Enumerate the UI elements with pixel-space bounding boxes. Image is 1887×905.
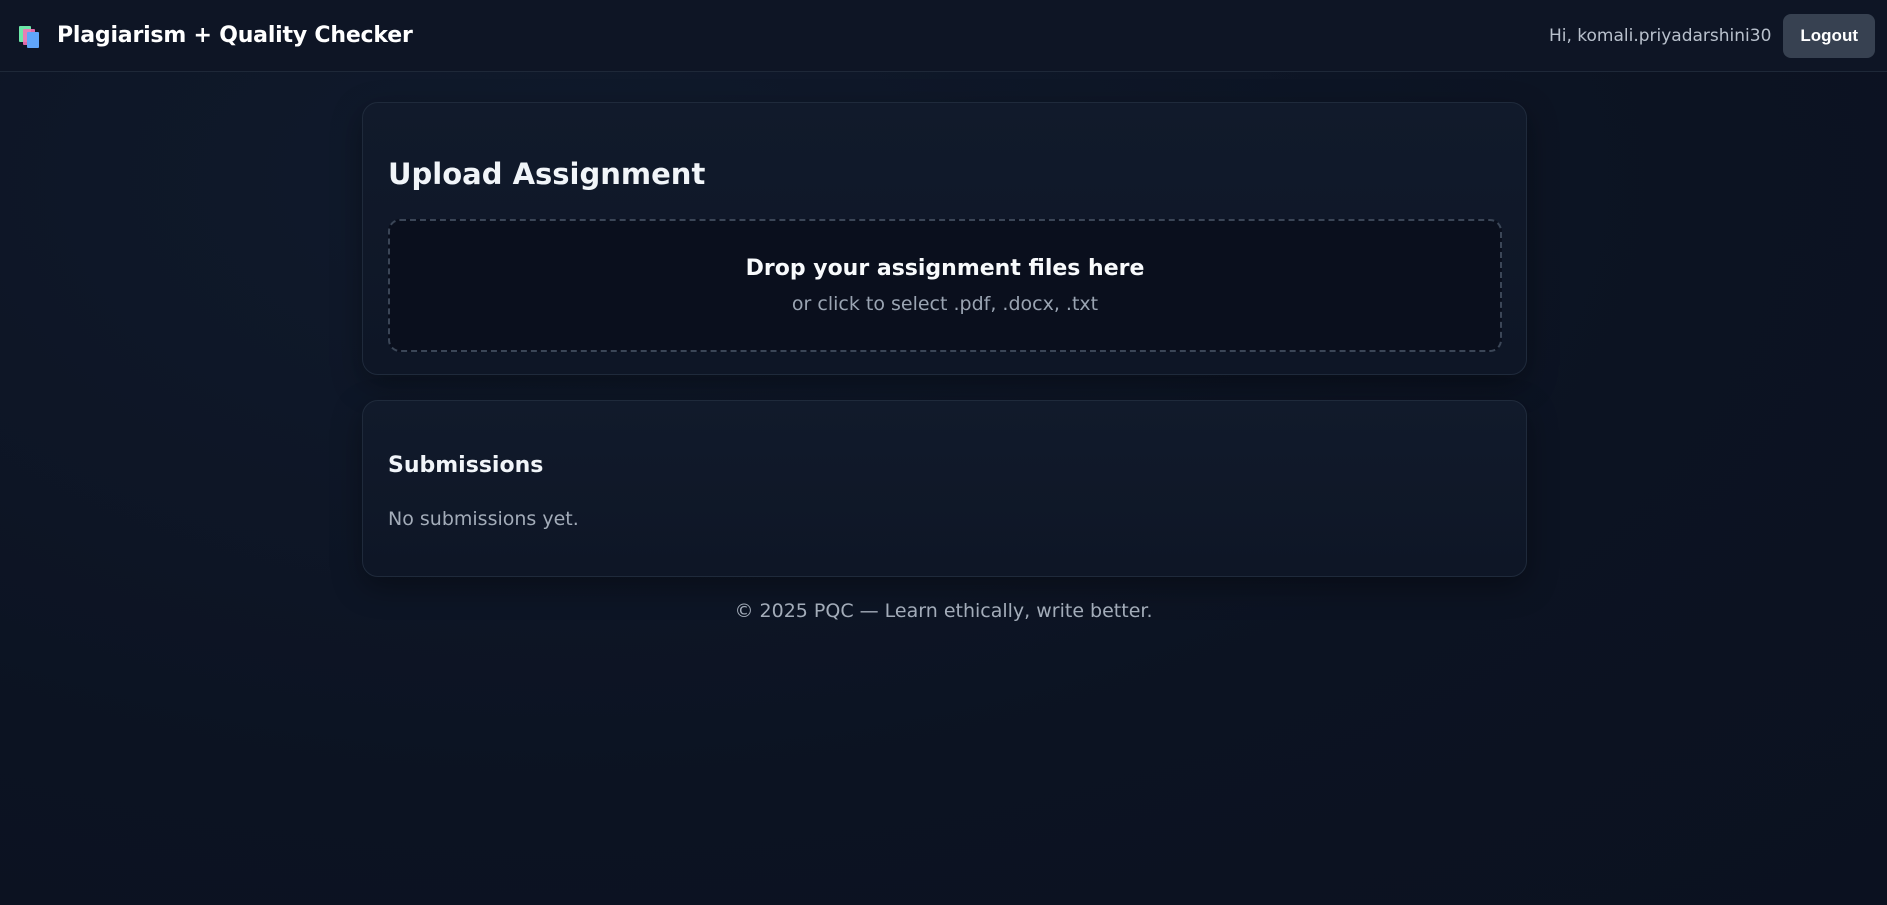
- submissions-title: Submissions: [388, 453, 544, 478]
- dropzone-title: Drop your assignment files here: [745, 256, 1145, 281]
- logout-button[interactable]: Logout: [1783, 13, 1875, 58]
- file-dropzone[interactable]: Drop your assignment files here or click…: [388, 219, 1502, 352]
- submissions-empty-text: No submissions yet.: [388, 508, 579, 530]
- dropzone-subtitle: or click to select .pdf, .docx, .txt: [791, 293, 1099, 315]
- submissions-card: Submissions No submissions yet.: [362, 400, 1527, 577]
- user-greeting: Hi, komali.priyadarshini30: [1548, 25, 1772, 46]
- upload-title: Upload Assignment: [388, 157, 706, 191]
- top-bar: Plagiarism + Quality Checker Hi, komali.…: [0, 0, 1887, 72]
- upload-card: Upload Assignment Drop your assignment f…: [362, 102, 1527, 375]
- user-area: Hi, komali.priyadarshini30 Logout: [1548, 13, 1875, 58]
- footer-text: © 2025 PQC — Learn ethically, write bett…: [734, 600, 1153, 622]
- app-title: Plagiarism + Quality Checker: [57, 23, 413, 48]
- books-icon: [18, 24, 42, 48]
- brand: Plagiarism + Quality Checker: [18, 23, 413, 48]
